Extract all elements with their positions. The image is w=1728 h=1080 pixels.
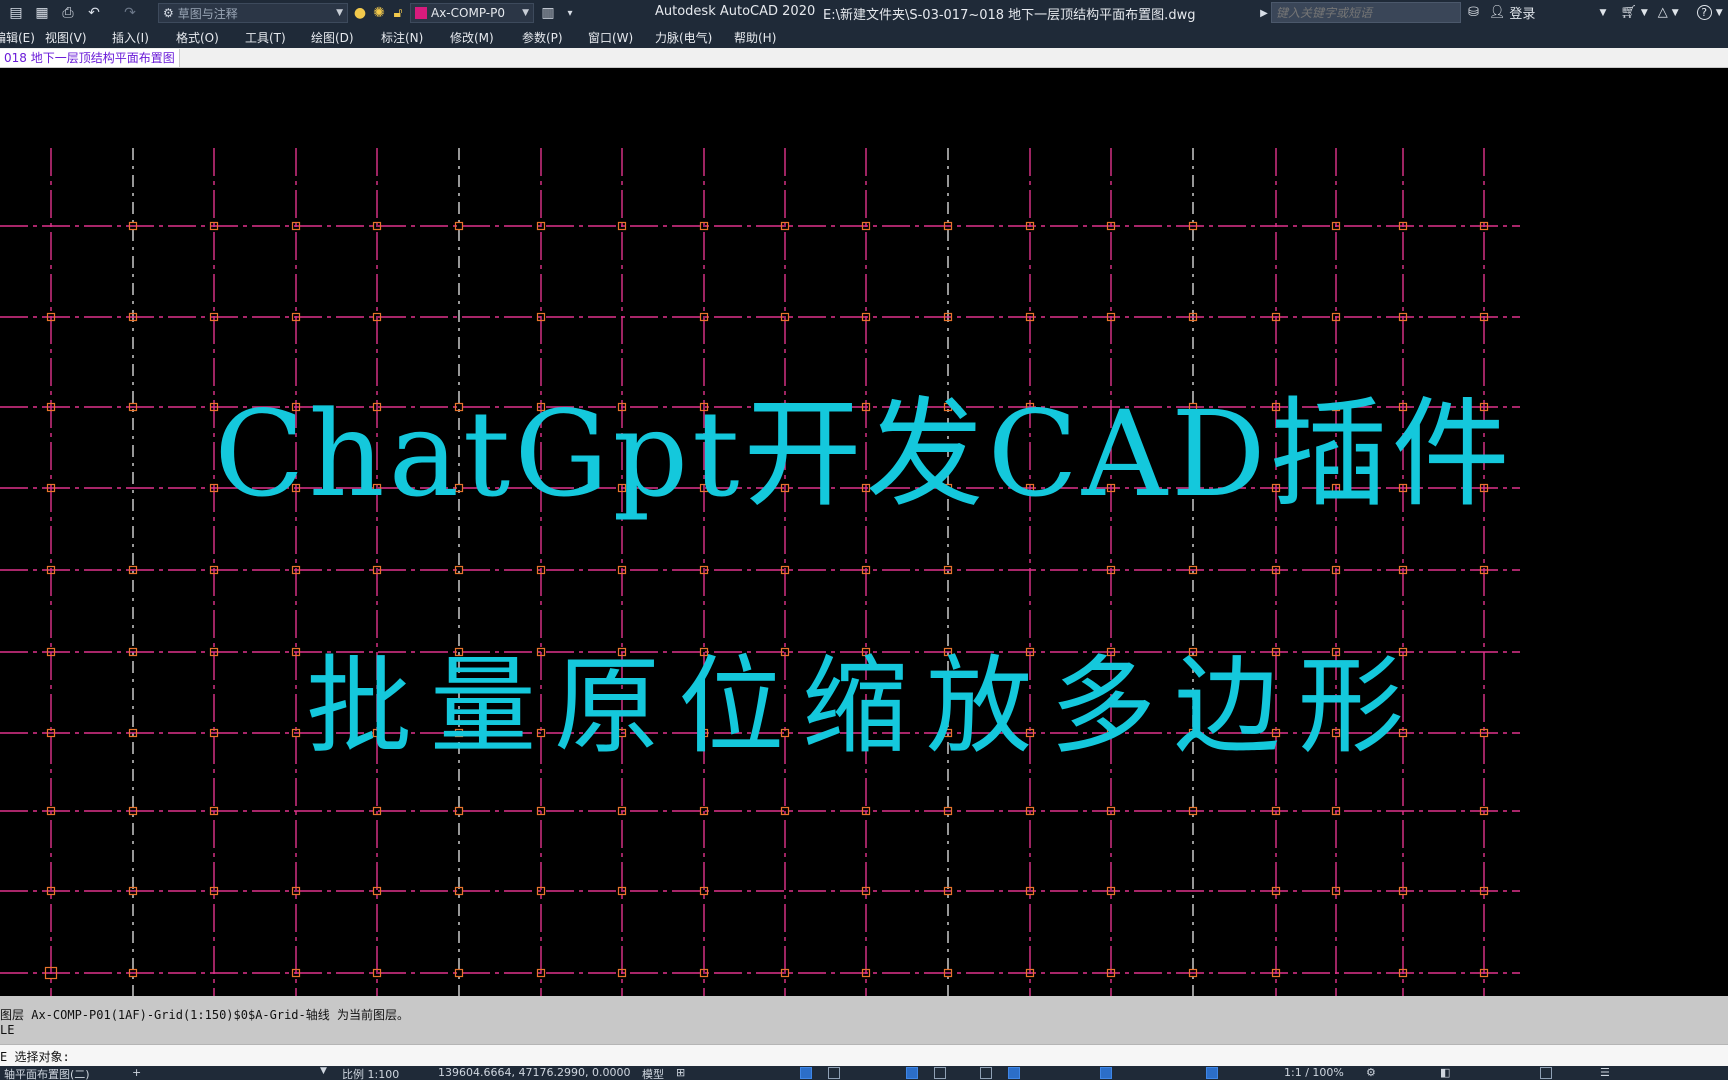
selection-cycling-icon[interactable] — [1100, 1067, 1112, 1079]
command-line[interactable]: E 选择对象: — [0, 1044, 1728, 1066]
annotation-scale[interactable]: 比例 1:100 — [342, 1066, 399, 1080]
app-title: Autodesk AutoCAD 2020 — [655, 4, 816, 19]
redo-icon[interactable]: ↷ — [120, 3, 140, 23]
search-input[interactable] — [1271, 2, 1461, 23]
print-icon[interactable]: ⎙ — [58, 3, 78, 23]
workspace-label: 草图与注释 — [177, 6, 238, 21]
polar-tracking-icon[interactable] — [906, 1067, 918, 1079]
chevron-down-icon: ▼ — [336, 8, 343, 18]
customize-quickaccess-icon[interactable]: ▾ — [560, 3, 580, 23]
command-history-line: LE — [0, 1023, 15, 1037]
file-path: E:\新建文件夹\S-03-017~018 地下一层顶结构平面布置图.dwg — [823, 8, 1196, 23]
binoculars-icon[interactable]: ⛁ — [1468, 5, 1479, 20]
menu-format[interactable]: 格式(O) — [176, 29, 219, 46]
undo-icon[interactable]: ↶ — [84, 3, 104, 23]
workspace-dropdown[interactable]: ⚙ 草图与注释 ▼ — [158, 3, 348, 23]
command-history: 图层 Ax-COMP-P01(1AF)-Grid(1:150)$0$A-Grid… — [0, 996, 1728, 1044]
chevron-down-icon[interactable]: ▼ — [320, 1066, 327, 1076]
structural-grid — [0, 148, 1520, 996]
new-file-icon[interactable]: ▤ — [6, 3, 26, 23]
ortho-mode-icon[interactable] — [828, 1067, 840, 1079]
cart-icon[interactable]: 🛒︎ — [1620, 5, 1637, 20]
status-bar: 轴平面布置图(二) + ▼ 比例 1:100 139604.6664, 4717… — [0, 1066, 1728, 1080]
osnap-icon[interactable] — [934, 1067, 946, 1079]
grid-display-icon[interactable]: ⊞ — [676, 1066, 685, 1079]
chevron-down-icon[interactable]: ▼ — [1716, 8, 1723, 18]
menu-plugin[interactable]: 力脉(电气) — [655, 29, 712, 46]
zoom-readout: 1:1 / 100% — [1284, 1066, 1344, 1079]
login-button[interactable]: 登录 — [1509, 3, 1535, 22]
customize-statusbar-icon[interactable]: ☰ — [1600, 1066, 1610, 1079]
menu-edit[interactable]: 编辑(E) — [0, 29, 35, 46]
menu-dimension[interactable]: 标注(N) — [381, 29, 423, 46]
lineweight-icon[interactable] — [980, 1067, 992, 1079]
layer-label: Ax-COMP-P0 — [431, 6, 505, 20]
layer-color-swatch — [415, 7, 427, 19]
user-area: ⛁ 👤︎ 登录 ▼ 🛒︎ ▼ △ ▼ ? ▼ — [1468, 3, 1723, 22]
command-prompt: E 选择对象: — [0, 1050, 70, 1064]
document-tab-bar: 018 地下一层顶结构平面布置图 — [0, 48, 1728, 68]
snap-mode-icon[interactable] — [800, 1067, 812, 1079]
help-icon[interactable]: ? — [1696, 5, 1712, 20]
title-bar: ▤ ▦ ⎙ ↶ ↷ ⚙ 草图与注释 ▼ ● ✺ 🔓︎ Ax-COMP-P0 ▼ … — [0, 0, 1728, 26]
clean-screen-icon[interactable] — [1540, 1067, 1552, 1079]
menu-parametric[interactable]: 参数(P) — [522, 29, 563, 46]
menu-draw[interactable]: 绘图(D) — [311, 29, 354, 46]
command-history-line: 图层 Ax-COMP-P01(1AF)-Grid(1:150)$0$A-Grid… — [0, 1008, 409, 1022]
overlay-title-line2: 批量原位缩放多边形 — [306, 645, 1422, 768]
tab-active-drawing[interactable]: 018 地下一层顶结构平面布置图 — [0, 49, 180, 67]
annotation-visibility-icon[interactable] — [1206, 1067, 1218, 1079]
chevron-down-icon: ▼ — [522, 8, 529, 18]
coordinates-readout: 139604.6664, 47176.2990, 0.0000 — [438, 1066, 631, 1079]
lightbulb-icon[interactable]: ● — [350, 3, 370, 23]
drawing-canvas[interactable]: ChatGpt开发CAD插件 批量原位缩放多边形 — [0, 68, 1728, 996]
menu-window[interactable]: 窗口(W) — [588, 29, 633, 46]
chevron-down-icon[interactable]: ▼ — [1599, 8, 1606, 18]
add-layout-icon[interactable]: + — [132, 1066, 141, 1079]
lock-icon[interactable]: 🔓︎ — [388, 3, 408, 23]
layout-tab[interactable]: 轴平面布置图(二) — [4, 1066, 90, 1080]
sun-icon[interactable]: ✺ — [369, 3, 389, 23]
open-file-icon[interactable]: ▦ — [32, 3, 52, 23]
isolate-objects-icon[interactable]: ◧ — [1440, 1066, 1450, 1079]
menu-tools[interactable]: 工具(T) — [245, 29, 286, 46]
transparency-icon[interactable] — [1008, 1067, 1020, 1079]
chevron-down-icon[interactable]: ▼ — [1641, 8, 1648, 18]
menu-help[interactable]: 帮助(H) — [734, 29, 776, 46]
overlay-title-line1: ChatGpt开发CAD插件 — [214, 385, 1514, 523]
chevron-down-icon[interactable]: ▼ — [1672, 8, 1679, 18]
gear-icon: ⚙ — [163, 6, 174, 20]
workspace-switch-icon[interactable]: ⚙ — [1366, 1066, 1376, 1079]
menu-modify[interactable]: 修改(M) — [450, 29, 494, 46]
menu-bar: 编辑(E) 视图(V) 插入(I) 格式(O) 工具(T) 绘图(D) 标注(N… — [0, 26, 1728, 48]
menu-insert[interactable]: 插入(I) — [112, 29, 149, 46]
layer-dropdown[interactable]: Ax-COMP-P0 ▼ — [410, 3, 534, 23]
layer-properties-icon[interactable]: ▥ — [538, 3, 558, 23]
model-space-toggle[interactable]: 模型 — [642, 1066, 664, 1080]
user-icon[interactable]: 👤︎ — [1489, 5, 1506, 20]
menu-view[interactable]: 视图(V) — [45, 29, 87, 46]
autodesk-app-icon[interactable]: △ — [1658, 5, 1668, 20]
